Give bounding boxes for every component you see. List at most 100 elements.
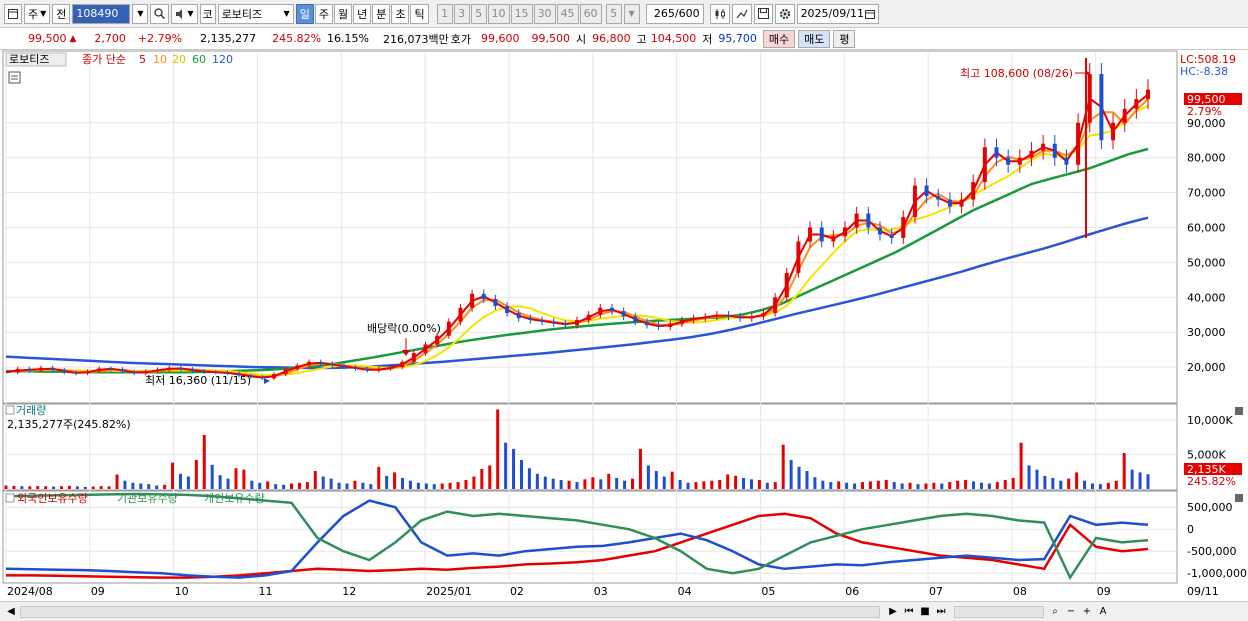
volume-bar [131,482,135,489]
volume-bar [868,481,872,489]
zoom-out-icon[interactable]: − [1064,605,1078,619]
font-size-icon[interactable]: A [1096,605,1110,619]
scroll-last-icon[interactable]: ⏭ [934,605,948,619]
date-field[interactable]: 2025/09/11 [796,3,879,24]
date-tick-label: 2024/08 [7,585,53,598]
candle-body [260,376,265,379]
tab-period-year[interactable]: 년 [353,3,372,24]
tab-period-month[interactable]: 월 [333,3,353,24]
window-menu-icon[interactable] [4,3,22,24]
candle-body [551,321,556,324]
scroll-track[interactable] [20,605,880,618]
volume-pane-close-icon[interactable] [1235,407,1243,415]
holding-pane-handle[interactable] [5,493,15,503]
volume-bar [591,477,595,489]
candle-type-button[interactable] [709,3,730,24]
volume-bar [329,478,333,489]
scroll-left-icon[interactable]: ◀ [4,605,18,619]
indicator-menu-icon[interactable] [8,71,21,84]
candle-body [528,318,533,320]
code-dropdown-button[interactable]: ▼ [132,3,149,24]
volume-bar [67,485,71,489]
candle-body [1134,99,1139,109]
volume-bar [670,471,674,489]
count-value: 265 [653,7,675,20]
volume-bar [408,480,412,489]
save-button[interactable] [753,3,773,24]
settings-button[interactable] [774,3,795,24]
zoom-in-icon[interactable]: + [1080,605,1094,619]
volume-bar [456,482,460,489]
volume-bar [559,480,563,489]
sound-button[interactable]: ▼ [171,3,198,24]
date-tick-label: 10 [175,585,189,598]
tab-interval-15[interactable]: 15 [510,3,533,24]
candle-body [994,147,999,158]
stop-icon[interactable]: ■ [918,605,932,619]
tab-period-second[interactable]: 초 [391,3,410,24]
volume-bar [916,484,920,489]
tab-period-week[interactable]: 주 [314,3,333,24]
tab-interval-1[interactable]: 1 [436,3,453,24]
volume-bar [274,484,278,489]
interval-dropdown[interactable]: ▼ [623,3,640,24]
volume-pane-handle[interactable] [5,405,15,415]
volume-bar [987,483,991,489]
volume-bar [472,476,476,489]
volume-bar [615,477,619,489]
tab-interval-30[interactable]: 30 [533,3,556,24]
calendar-icon [864,9,875,19]
chart-area[interactable]: 20,000 30,000 40,000 50,000 60,000 70,000 80,0… [0,50,1248,601]
holding-tick-label: 0 [1187,523,1194,536]
stock-name-field[interactable]: 로보티즈 ▼ [217,3,294,24]
candle-body [738,316,743,319]
candle-body [877,227,882,235]
candle-body [1122,108,1127,123]
volume-bar [924,483,928,489]
tab-interval-60[interactable]: 60 [579,3,602,24]
prev-button[interactable]: 전 [52,3,71,24]
interval-input[interactable]: 5 [605,3,622,24]
scroll-first-icon[interactable]: ⏮ [902,605,916,619]
volume-bar [385,475,389,489]
candle-body [714,314,719,317]
price-tick-label: 60,000 [1187,222,1226,235]
candle-body [50,367,55,370]
holding-pane-close-icon[interactable] [1235,494,1243,502]
eval-button[interactable]: 평 [833,29,856,48]
volume-bar [694,482,698,489]
volume-bar [440,483,444,489]
volume-bar [773,482,777,489]
count-field[interactable]: 265/600 [645,3,704,24]
tab-period-minute[interactable]: 분 [372,3,391,24]
candle-body [808,227,813,242]
holding-pane[interactable] [2,490,1178,584]
holding-foreign-label: 외국인보유수량 [17,492,88,505]
volume-bar [837,481,841,489]
zoom-tool-icon[interactable]: ⌕ [1048,605,1062,619]
buy-button[interactable]: 매수 [762,29,796,48]
volume-bar [210,464,214,489]
tab-interval-10[interactable]: 10 [487,3,510,24]
draw-tool-button[interactable] [731,3,752,24]
date-tick-label: 09 [1097,585,1111,598]
tab-interval-45[interactable]: 45 [556,3,579,24]
stock-code-input[interactable]: 108490 [72,3,131,24]
chart-canvas[interactable]: 20,000 30,000 40,000 50,000 60,000 70,000 80,0… [0,50,1248,601]
date-value: 2025/09/11 [800,7,864,20]
up-arrow-icon: ▲ [69,33,77,44]
tab-interval-5[interactable]: 5 [470,3,487,24]
tab-period-tick[interactable]: 틱 [410,3,429,24]
search-button[interactable] [150,3,170,24]
candle-body [505,306,510,314]
volume-bar [52,486,56,489]
search-icon [154,8,166,19]
price-change: 2,700 [94,32,126,45]
tab-interval-3[interactable]: 3 [453,3,470,24]
scroll-right-icon[interactable]: ▶ [886,605,900,619]
candle-body [481,293,486,300]
tab-period-day[interactable]: 일 [295,3,314,24]
market-type-select[interactable]: 주 ▼ [24,3,51,24]
sell-button[interactable]: 매도 [798,29,831,48]
zoom-slider[interactable] [954,605,1044,618]
